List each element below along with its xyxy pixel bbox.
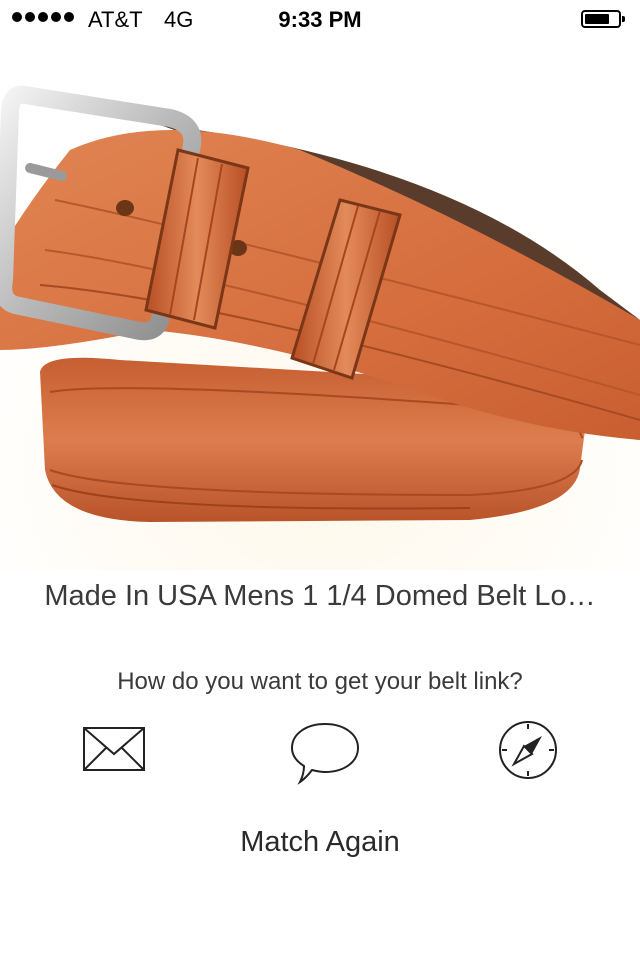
status-bar: AT&T 4G 9:33 PM bbox=[0, 0, 640, 40]
email-icon[interactable] bbox=[80, 722, 148, 776]
share-prompt: How do you want to get your belt link? bbox=[117, 668, 523, 695]
compass-icon[interactable] bbox=[496, 718, 560, 782]
status-time: 9:33 PM bbox=[278, 7, 362, 32]
match-again-button[interactable]: Match Again bbox=[0, 826, 640, 859]
battery-icon bbox=[581, 10, 625, 28]
message-bubble-icon[interactable] bbox=[286, 718, 364, 788]
product-image bbox=[0, 70, 640, 570]
product-title: Made In USA Mens 1 1/4 Domed Belt Lo… bbox=[44, 580, 596, 612]
